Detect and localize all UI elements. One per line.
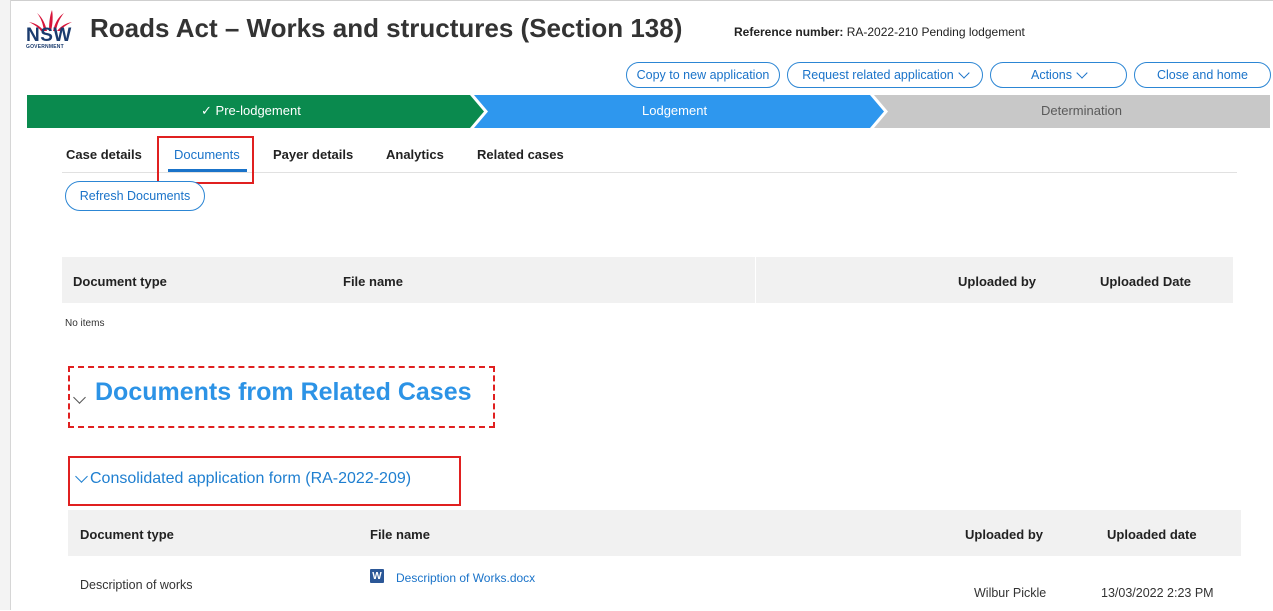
documents-tab-highlight bbox=[157, 136, 254, 184]
actions-button-label: Actions bbox=[1031, 68, 1072, 82]
empty-table-message: No items bbox=[65, 318, 105, 329]
check-icon: ✓ bbox=[201, 103, 212, 118]
col-file-name[interactable]: File name bbox=[343, 274, 403, 289]
copy-button-label: Copy to new application bbox=[636, 68, 770, 82]
stage-pre-lodgement[interactable]: ✓ Pre-lodgement bbox=[201, 103, 301, 119]
reference-info: Reference number: RA-2022-210 Pending lo… bbox=[734, 25, 1025, 39]
col-uploaded-date[interactable]: Uploaded date bbox=[1107, 527, 1197, 542]
refresh-button-label: Refresh Documents bbox=[79, 189, 191, 203]
documents-table-header: Document type File name Uploaded by Uplo… bbox=[62, 257, 1233, 303]
row-document-type: Description of works bbox=[80, 578, 193, 592]
stage-determination[interactable]: Determination bbox=[1041, 103, 1122, 118]
logo-government-text: GOVERNMENT bbox=[26, 44, 64, 50]
row-uploaded-date: 13/03/2022 2:23 PM bbox=[1101, 586, 1214, 600]
related-table-header: Document type File name Uploaded by Uplo… bbox=[68, 510, 1241, 556]
col-uploaded-by[interactable]: Uploaded by bbox=[958, 274, 1036, 289]
tab-payer-details[interactable]: Payer details bbox=[273, 147, 353, 162]
refresh-documents-button[interactable]: Refresh Documents bbox=[65, 181, 205, 211]
col-file-name[interactable]: File name bbox=[370, 527, 430, 542]
stage-progress-bar: ✓ Pre-lodgement Lodgement Determination bbox=[27, 95, 1270, 128]
col-uploaded-by[interactable]: Uploaded by bbox=[965, 527, 1043, 542]
tab-analytics[interactable]: Analytics bbox=[386, 147, 444, 162]
col-document-type[interactable]: Document type bbox=[80, 527, 174, 542]
col-uploaded-date[interactable]: Uploaded Date bbox=[1100, 274, 1191, 289]
chevron-down-icon bbox=[1076, 66, 1088, 79]
related-heading-highlight bbox=[68, 366, 495, 428]
tab-related-cases[interactable]: Related cases bbox=[477, 147, 564, 162]
word-doc-icon: W bbox=[370, 569, 384, 583]
col-document-type[interactable]: Document type bbox=[73, 274, 167, 289]
actions-button[interactable]: Actions bbox=[990, 62, 1127, 88]
row-file-link[interactable]: Description of Works.docx bbox=[396, 571, 535, 585]
chevron-down-icon bbox=[958, 66, 970, 79]
stage-pre-lodgement-label: Pre-lodgement bbox=[215, 103, 301, 118]
tab-case-details[interactable]: Case details bbox=[66, 147, 142, 162]
left-border bbox=[0, 0, 11, 610]
page-title: Roads Act – Works and structures (Sectio… bbox=[90, 13, 683, 43]
close-and-home-button[interactable]: Close and home bbox=[1134, 62, 1271, 88]
copy-to-new-application-button[interactable]: Copy to new application bbox=[626, 62, 780, 88]
reference-label: Reference number: bbox=[734, 25, 844, 39]
request-related-application-button[interactable]: Request related application bbox=[787, 62, 983, 88]
related-group-highlight bbox=[68, 456, 461, 506]
close-button-label: Close and home bbox=[1156, 68, 1249, 82]
request-button-label: Request related application bbox=[802, 68, 954, 82]
reference-number: RA-2022-210 bbox=[846, 25, 919, 39]
stage-lodgement[interactable]: Lodgement bbox=[642, 103, 707, 118]
status-text: Pending lodgement bbox=[921, 25, 1025, 39]
row-uploaded-by: Wilbur Pickle bbox=[974, 586, 1047, 600]
